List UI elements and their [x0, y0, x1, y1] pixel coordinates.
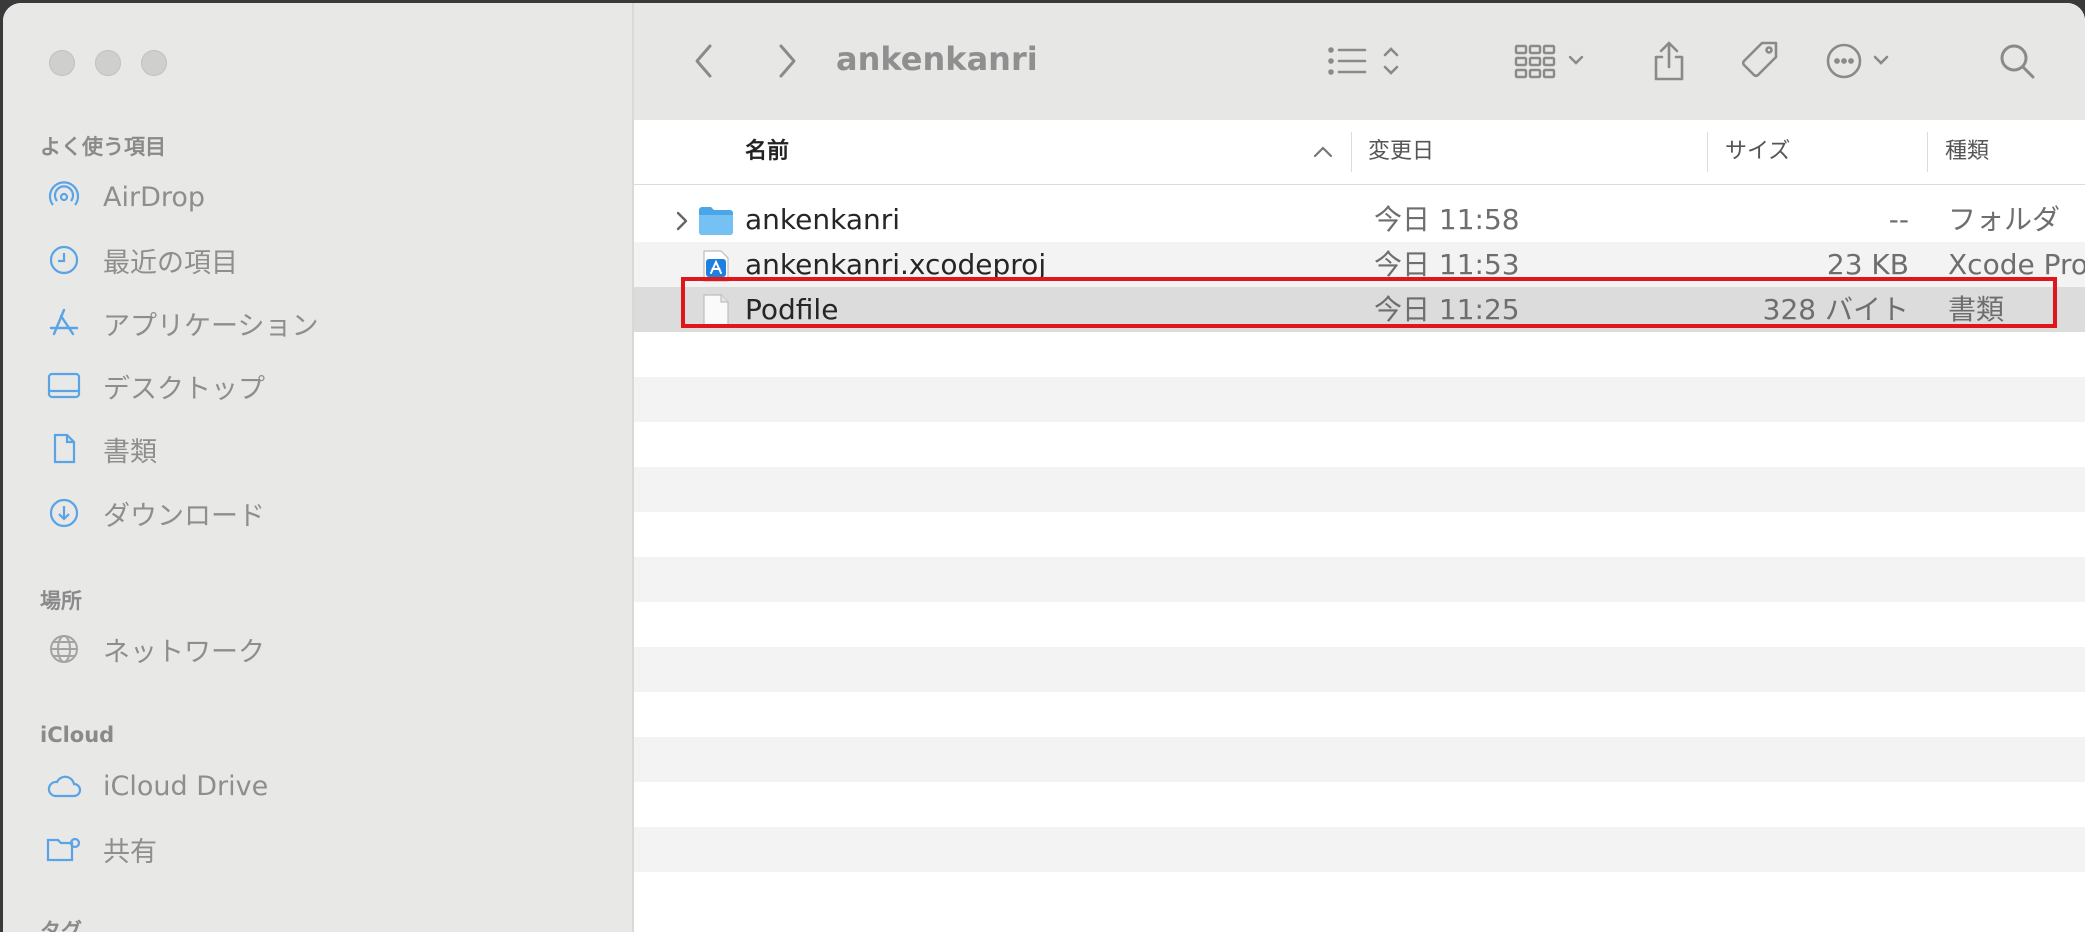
- column-kind[interactable]: 種類: [1945, 120, 1989, 184]
- close-button[interactable]: [49, 50, 75, 76]
- tag-icon: [1741, 41, 1778, 78]
- applications-icon: [45, 304, 83, 342]
- disclosure-chevron-icon[interactable]: [674, 197, 690, 242]
- zoom-button[interactable]: [141, 50, 167, 76]
- sidebar-item-label: 最近の項目: [103, 247, 238, 279]
- sidebar-item-label: 共有: [103, 836, 157, 868]
- cloud-icon: [45, 767, 83, 805]
- sidebar-item-airdrop[interactable]: AirDrop: [45, 171, 205, 223]
- sidebar-item-network[interactable]: ネットワーク: [45, 623, 265, 675]
- file-name: ankenkanri: [745, 203, 901, 236]
- section-title-favorites: よく使う項目: [40, 135, 166, 159]
- download-icon: [45, 494, 83, 532]
- folder-icon: [698, 197, 734, 242]
- grid-icon: [1514, 44, 1584, 79]
- search-icon: [2000, 44, 2035, 79]
- sidebar-item-label: AirDrop: [103, 181, 206, 213]
- sidebar-item-label: デスクトップ: [103, 373, 265, 405]
- search-button[interactable]: [1992, 33, 2042, 89]
- section-title-locations: 場所: [40, 589, 82, 613]
- section-title-tags: タグ: [40, 919, 82, 932]
- sidebar-item-documents[interactable]: 書類: [45, 423, 157, 475]
- window-title: ankenkanri: [836, 40, 1038, 78]
- back-button[interactable]: [679, 33, 729, 89]
- window-controls: [49, 50, 167, 76]
- desktop-icon: [45, 367, 83, 405]
- column-divider[interactable]: [1927, 132, 1928, 172]
- file-kind: フォルダ: [1948, 203, 2061, 236]
- file-size: --: [1888, 203, 1909, 236]
- airdrop-icon: [45, 178, 83, 216]
- file-browser: ankenkanri 名前 変更日 サイズ 種類 ankenkanri 今日 1…: [634, 3, 2085, 932]
- sidebar-item-label: iCloud Drive: [103, 770, 269, 802]
- column-divider[interactable]: [1707, 132, 1708, 172]
- sidebar-item-downloads[interactable]: ダウンロード: [45, 487, 265, 539]
- selection-highlight-box: [681, 277, 2057, 328]
- sidebar-item-shared[interactable]: 共有: [45, 823, 157, 875]
- column-modified[interactable]: 変更日: [1368, 120, 1434, 184]
- sidebar-item-recents[interactable]: 最近の項目: [45, 234, 238, 286]
- chevron-left-icon: [695, 44, 712, 78]
- tag-button[interactable]: [1730, 33, 1790, 89]
- sidebar-item-desktop[interactable]: デスクトップ: [45, 360, 265, 412]
- minimize-button[interactable]: [95, 50, 121, 76]
- finder-window: よく使う項目 AirDrop 最近の項目 アプリケーション デスクトップ 書類 …: [3, 3, 2085, 932]
- document-icon: [45, 430, 83, 468]
- sidebar-item-label: アプリケーション: [103, 310, 319, 342]
- chevron-right-icon: [779, 44, 796, 78]
- sidebar-item-label: 書類: [103, 436, 157, 468]
- column-header: 名前 変更日 サイズ 種類: [634, 120, 2085, 185]
- action-button[interactable]: [1820, 33, 1910, 89]
- list-view-icon: [1328, 47, 1399, 75]
- group-button[interactable]: [1514, 33, 1598, 89]
- sidebar: よく使う項目 AirDrop 最近の項目 アプリケーション デスクトップ 書類 …: [3, 3, 634, 932]
- sidebar-item-icloud-drive[interactable]: iCloud Drive: [45, 760, 268, 812]
- clock-icon: [45, 241, 83, 279]
- table-row[interactable]: ankenkanri 今日 11:58 -- フォルダ: [634, 197, 2085, 242]
- sort-ascending-icon[interactable]: [1312, 120, 1334, 184]
- column-name[interactable]: 名前: [745, 120, 789, 184]
- sidebar-item-label: ネットワーク: [103, 636, 265, 668]
- forward-button[interactable]: [762, 33, 812, 89]
- network-globe-icon: [45, 630, 83, 668]
- file-modified: 今日 11:58: [1374, 203, 1520, 236]
- section-title-icloud: iCloud: [40, 723, 115, 747]
- column-size[interactable]: サイズ: [1725, 120, 1790, 184]
- share-icon: [1654, 41, 1684, 81]
- shared-folder-icon: [45, 830, 83, 868]
- share-button[interactable]: [1644, 33, 1694, 89]
- column-divider[interactable]: [1351, 132, 1352, 172]
- sidebar-item-label: ダウンロード: [103, 500, 265, 532]
- view-mode-button[interactable]: [1324, 33, 1414, 89]
- sidebar-item-applications[interactable]: アプリケーション: [45, 297, 318, 349]
- toolbar: ankenkanri: [634, 3, 2085, 121]
- more-icon: [1826, 43, 1889, 79]
